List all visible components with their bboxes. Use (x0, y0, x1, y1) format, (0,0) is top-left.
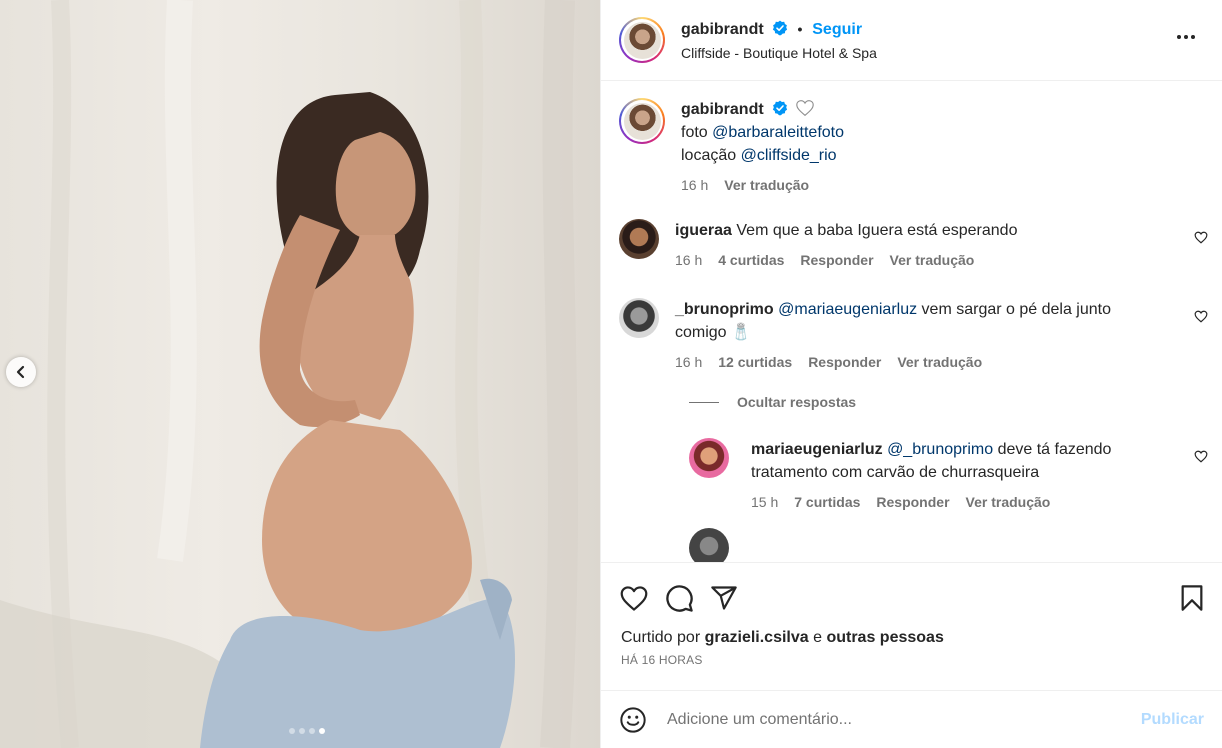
likes-middle: e (808, 629, 827, 646)
share-paper-plane-icon[interactable] (710, 584, 738, 612)
author-avatar[interactable] (619, 17, 665, 63)
comment-username[interactable]: _brunoprimo (675, 301, 774, 318)
reply-button[interactable]: Responder (808, 352, 881, 372)
reply-time[interactable]: 15 h (751, 492, 778, 512)
comment-username[interactable]: igueraa (675, 222, 732, 239)
post-actions: Curtido por grazieli.csilva e outras pes… (601, 562, 1222, 667)
reply-item-partial (601, 528, 1222, 562)
translate-link[interactable]: Ver tradução (966, 492, 1051, 512)
chevron-left-icon (16, 365, 25, 379)
likes-prefix: Curtido por (621, 629, 705, 646)
heart-outline-icon (795, 100, 814, 117)
heart-outline-icon[interactable] (1194, 231, 1208, 244)
caption-mention-photographer[interactable]: @barbaraleittefoto (712, 124, 844, 141)
replier-avatar[interactable] (689, 528, 729, 562)
reply-username[interactable]: mariaeugeniarluz (751, 441, 883, 458)
translate-link[interactable]: Ver tradução (724, 175, 809, 195)
hide-replies-label: Ocultar respostas (737, 394, 857, 410)
divider (689, 401, 719, 403)
heart-outline-icon[interactable] (1194, 310, 1208, 323)
carousel-dot (299, 728, 305, 734)
comment-likes[interactable]: 12 curtidas (718, 352, 792, 372)
like-heart-icon[interactable] (619, 585, 649, 612)
more-options-icon[interactable] (1176, 34, 1196, 40)
reply-button[interactable]: Responder (800, 250, 873, 270)
verified-badge-icon (772, 20, 787, 35)
reply-button[interactable]: Responder (876, 492, 949, 512)
translate-link[interactable]: Ver tradução (890, 250, 975, 270)
carousel-indicator (0, 728, 600, 734)
comment-item: igueraa Vem que a baba Iguera está esper… (601, 219, 1222, 270)
comment-likes[interactable]: 4 curtidas (718, 250, 784, 270)
post-location[interactable]: Cliffside - Boutique Hotel & Spa (681, 45, 877, 61)
comment-text: Vem que a baba Iguera está esperando (736, 222, 1018, 239)
likes-summary: Curtido por grazieli.csilva e outras pes… (601, 615, 1222, 647)
translate-link[interactable]: Ver tradução (897, 352, 982, 372)
caption-avatar[interactable] (619, 98, 665, 144)
reply-mention[interactable]: @_brunoprimo (887, 441, 993, 458)
bookmark-save-icon[interactable] (1180, 584, 1204, 612)
hide-replies-button[interactable]: Ocultar respostas (689, 394, 1222, 410)
reply-likes[interactable]: 7 curtidas (794, 492, 860, 512)
commenter-avatar[interactable] (619, 219, 659, 259)
comment-bubble-icon[interactable] (665, 584, 694, 613)
carousel-dot-active (319, 728, 325, 734)
reply-item: mariaeugeniarluz @_brunoprimo deve tá fa… (601, 438, 1222, 512)
instagram-post-modal: gabibrandt • Seguir Cliffside - Boutique… (0, 0, 1222, 748)
post-side-panel: gabibrandt • Seguir Cliffside - Boutique… (600, 0, 1222, 748)
publish-button[interactable]: Publicar (1141, 711, 1204, 729)
caption-text-photo: foto (681, 124, 713, 141)
emoji-icon[interactable] (619, 706, 647, 734)
author-username[interactable]: gabibrandt (681, 21, 764, 38)
caption-text-location: locação (681, 147, 741, 164)
caption-time[interactable]: 16 h (681, 175, 708, 195)
carousel-previous-button[interactable] (6, 357, 36, 387)
comment-item: _brunoprimo @mariaeugeniarluz vem sargar… (601, 298, 1222, 372)
caption-mention-location[interactable]: @cliffside_rio (741, 147, 837, 164)
carousel-dot (309, 728, 315, 734)
carousel-dot (289, 728, 295, 734)
caption-username[interactable]: gabibrandt (681, 101, 764, 118)
commenter-avatar[interactable] (619, 298, 659, 338)
verified-badge-icon (773, 100, 788, 116)
add-comment-bar: Publicar (601, 690, 1222, 748)
post-photo (0, 0, 578, 748)
comment-input[interactable] (667, 710, 1141, 729)
post-header: gabibrandt • Seguir Cliffside - Boutique… (601, 0, 1222, 81)
post-caption: gabibrandt foto @barbaraleittefoto locaç… (601, 82, 1222, 195)
heart-outline-icon[interactable] (1194, 450, 1208, 463)
liked-by-user[interactable]: grazieli.csilva (705, 629, 809, 646)
post-timestamp[interactable]: HÁ 16 HORAS (601, 647, 1222, 667)
avatar-image (623, 21, 661, 59)
avatar-image (623, 102, 661, 140)
likes-others-link[interactable]: outras pessoas (826, 629, 943, 646)
comment-time[interactable]: 16 h (675, 352, 702, 372)
comment-mention[interactable]: @mariaeugeniarluz (778, 301, 917, 318)
comment-time[interactable]: 16 h (675, 250, 702, 270)
header-separator: • (797, 20, 803, 37)
comments-list[interactable]: gabibrandt foto @barbaraleittefoto locaç… (601, 82, 1222, 562)
follow-button[interactable]: Seguir (812, 21, 862, 38)
replier-avatar[interactable] (689, 438, 729, 478)
post-media[interactable] (0, 0, 600, 748)
